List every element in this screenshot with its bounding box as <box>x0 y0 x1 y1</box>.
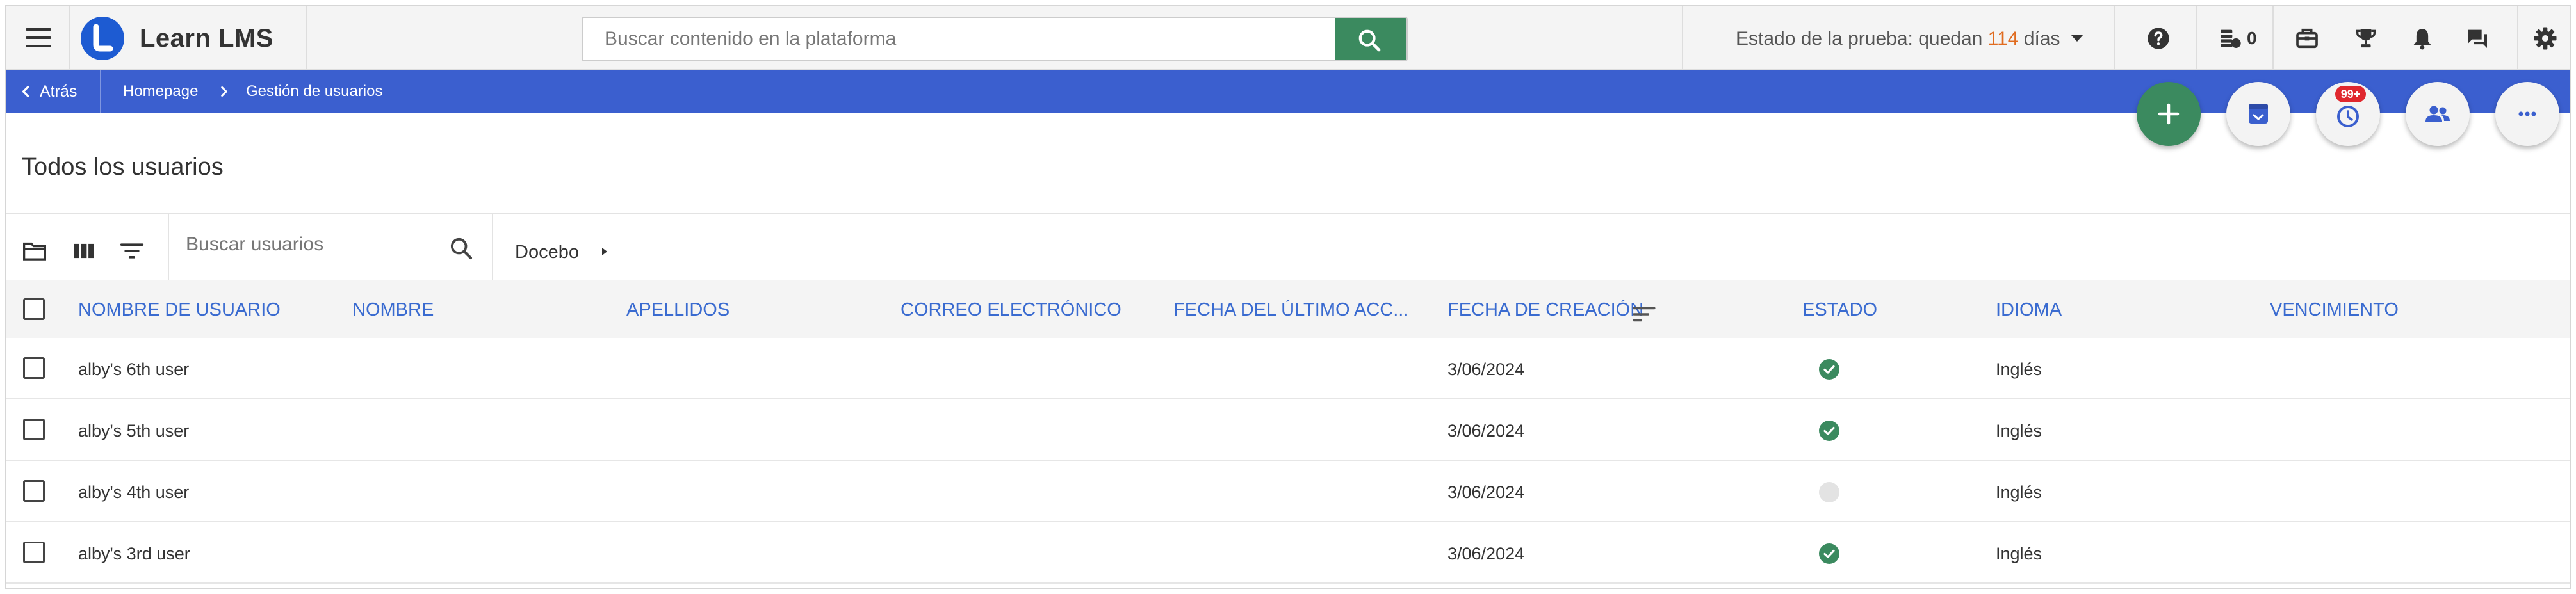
column-last-name[interactable]: APELLIDOS <box>626 300 730 321</box>
cell-language: Inglés <box>1996 360 2042 379</box>
chat-icon[interactable] <box>2465 26 2490 51</box>
cell-username: alby's 5th user <box>78 421 190 440</box>
users-icon <box>2425 106 2450 122</box>
settings-icon[interactable] <box>2532 26 2558 51</box>
cell-username: alby's 6th user <box>78 360 190 379</box>
help-icon[interactable] <box>2146 26 2171 51</box>
app-window: Learn LMS Estado de la prueba: quedan 11… <box>5 5 2571 589</box>
coins-icon[interactable] <box>2217 26 2243 51</box>
search-icon <box>1358 29 1381 52</box>
bell-icon[interactable] <box>2409 26 2435 51</box>
archive-button[interactable] <box>2226 82 2290 146</box>
trial-prefix: Estado de la prueba: quedan <box>1736 28 1983 49</box>
row-checkbox[interactable] <box>23 419 45 440</box>
column-email[interactable]: CORREO ELECTRÓNICO <box>901 300 1121 321</box>
trial-days: 114 <box>1987 28 2019 49</box>
status-active-icon <box>1819 359 1839 380</box>
toolbar-divider <box>492 214 493 282</box>
folder-icon[interactable] <box>22 239 47 262</box>
columns-icon[interactable] <box>72 239 96 262</box>
brand-name[interactable]: Learn LMS <box>140 24 273 53</box>
chevron-right-icon <box>221 86 227 97</box>
user-groups-button[interactable] <box>2406 82 2470 146</box>
sort-icon[interactable] <box>1632 305 1656 324</box>
table-row[interactable]: alby's 5th user 3/06/2024 Inglés <box>6 399 2570 461</box>
cell-language: Inglés <box>1996 483 2042 502</box>
cell-language: Inglés <box>1996 421 2042 440</box>
select-all-checkbox[interactable] <box>23 298 45 320</box>
coins-count: 0 <box>2247 28 2257 48</box>
row-checkbox[interactable] <box>23 542 45 563</box>
column-language[interactable]: IDIOMA <box>1996 300 2062 321</box>
cell-creation-date: 3/06/2024 <box>1447 544 1525 563</box>
menu-icon[interactable] <box>26 28 51 49</box>
add-icon <box>2158 103 2180 125</box>
topbar-divider <box>2517 6 2518 70</box>
topbar-divider <box>1682 6 1683 70</box>
topbar-divider <box>2114 6 2115 70</box>
table-header: NOMBRE DE USUARIO NOMBRE APELLIDOS CORRE… <box>6 280 2570 338</box>
breadcrumb-user-management: Gestión de usuarios <box>246 83 383 100</box>
column-expiration[interactable]: VENCIMIENTO <box>2270 300 2399 321</box>
global-search <box>582 17 1408 61</box>
row-checkbox[interactable] <box>23 357 45 379</box>
search-icon[interactable] <box>448 236 474 261</box>
cell-username: alby's 4th user <box>78 483 190 502</box>
table-row[interactable]: alby's 6th user 3/06/2024 Inglés <box>6 338 2570 399</box>
topbar-divider <box>2196 6 2197 70</box>
back-label: Atrás <box>40 83 77 100</box>
column-last-access[interactable]: FECHA DEL ÚLTIMO ACC... <box>1173 300 1408 321</box>
status-active-icon <box>1819 543 1839 564</box>
row-checkbox[interactable] <box>23 480 45 502</box>
table-row[interactable]: alby's 3rd user 3/06/2024 Inglés <box>6 522 2570 584</box>
breadcrumb-homepage[interactable]: Homepage <box>123 70 198 113</box>
column-first-name[interactable]: NOMBRE <box>352 300 434 321</box>
cell-creation-date: 3/06/2024 <box>1447 360 1525 379</box>
chevron-right-icon[interactable] <box>598 245 611 259</box>
column-creation-date[interactable]: FECHA DE CREACIÓN <box>1447 300 1643 321</box>
logo-icon[interactable] <box>81 17 124 60</box>
topbar-divider <box>306 6 307 70</box>
table-row[interactable]: alby's 4th user 3/06/2024 Inglés <box>6 461 2570 522</box>
caret-down-icon <box>2070 35 2083 42</box>
status-active-icon <box>1819 421 1839 441</box>
topbar-divider <box>2272 6 2274 70</box>
branch-selector[interactable]: Docebo <box>515 242 579 263</box>
status-inactive-icon <box>1819 482 1839 502</box>
filter-icon[interactable] <box>119 239 145 262</box>
trial-status[interactable]: Estado de la prueba: quedan 114 días <box>1736 28 2083 50</box>
table-toolbar: Docebo <box>6 213 2570 282</box>
toolbar-divider <box>168 214 169 282</box>
notification-badge: 99+ <box>2335 86 2366 102</box>
chevron-left-icon <box>22 86 29 97</box>
cell-username: alby's 3rd user <box>78 544 190 563</box>
cell-language: Inglés <box>1996 544 2042 563</box>
add-user-button[interactable] <box>2137 82 2201 146</box>
back-button[interactable]: Atrás <box>6 70 101 113</box>
pending-requests-button[interactable]: 99+ <box>2316 82 2380 146</box>
trophy-icon[interactable] <box>2353 26 2379 51</box>
topbar-divider <box>69 6 70 70</box>
more-options-button[interactable] <box>2495 82 2559 146</box>
cell-creation-date: 3/06/2024 <box>1447 483 1525 502</box>
trial-suffix: días <box>2023 28 2060 49</box>
top-bar: Learn LMS Estado de la prueba: quedan 11… <box>6 6 2570 70</box>
page-title: Todos los usuarios <box>22 154 224 181</box>
global-search-input[interactable] <box>583 18 1319 60</box>
archive-icon <box>2249 104 2268 124</box>
column-status[interactable]: ESTADO <box>1802 300 1877 321</box>
column-username[interactable]: NOMBRE DE USUARIO <box>78 300 281 321</box>
catalog-icon[interactable] <box>2294 26 2320 51</box>
users-search-input[interactable] <box>186 225 480 264</box>
more-icon <box>2518 111 2536 116</box>
global-search-button[interactable] <box>1335 18 1406 60</box>
cell-creation-date: 3/06/2024 <box>1447 421 1525 440</box>
